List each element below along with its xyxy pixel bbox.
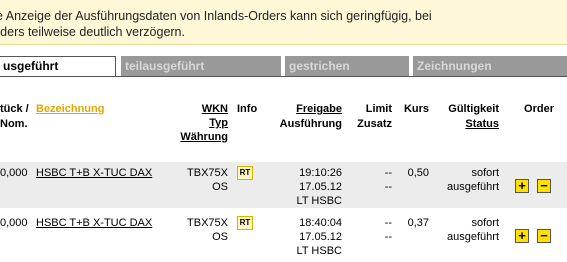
info-notice: e Anzeige der Ausführungsdaten von Inlan… <box>0 0 567 45</box>
row-status: ausgeführt <box>447 181 499 193</box>
realtime-icon[interactable]: RT <box>237 216 253 230</box>
header-bezeichnung-sort[interactable]: Bezeichnung <box>36 102 104 117</box>
row-typ: OS <box>212 231 228 243</box>
row-date: 17.05.12 <box>299 181 342 193</box>
row-gueltigkeit: sofort <box>471 167 499 179</box>
tab-gestrichen[interactable]: gestrichen <box>285 56 409 76</box>
header-limit: Limit <box>365 103 392 115</box>
row-stueck: 0,000 <box>0 217 28 229</box>
header-kurs: Kurs <box>403 103 429 115</box>
tab-ausgefuehrt[interactable]: usgeführt <box>0 56 116 77</box>
row-venue: LT HSBC <box>296 195 342 207</box>
header-ausfuehrung: Ausführung <box>279 118 342 130</box>
header-stueck: tück / <box>0 103 29 115</box>
table-row: 0,000 HSBC T+B X-TUC DAX TBX75X OS RT 18… <box>0 212 567 262</box>
header-waehrung-sort[interactable]: Währung <box>180 130 228 145</box>
header-order: Order <box>524 103 554 115</box>
row-typ: OS <box>212 181 228 193</box>
realtime-icon[interactable]: RT <box>237 166 253 180</box>
row-venue: LT HSBC <box>296 245 342 257</box>
notice-line-1: e Anzeige der Ausführungsdaten von Inlan… <box>0 9 432 23</box>
row-bezeichnung-link[interactable]: HSBC T+B X-TUC DAX <box>36 216 152 230</box>
row-status: ausgeführt <box>447 231 499 243</box>
table-row: 0,000 HSBC T+B X-TUC DAX TBX75X OS RT 19… <box>0 162 567 208</box>
row-stueck: 0,000 <box>0 167 28 179</box>
header-info: Info <box>237 103 258 115</box>
row-wkn: TBX75X <box>187 167 228 179</box>
row-time: 19:10:26 <box>299 167 342 179</box>
row-limit: -- <box>384 217 392 229</box>
row-time: 18:40:04 <box>299 217 342 229</box>
header-nom: Nom. <box>0 118 28 130</box>
order-status-tabs: usgeführt teilausgeführt gestrichen Zeic… <box>0 56 567 77</box>
header-typ-sort[interactable]: Typ <box>209 116 228 131</box>
header-status-sort[interactable]: Status <box>465 117 499 132</box>
cancel-order-button[interactable]: − <box>537 179 551 193</box>
tab-teilausgefuehrt[interactable]: teilausgeführt <box>121 56 281 76</box>
row-kurs: 0,37 <box>407 217 429 229</box>
header-zusatz: Zusatz <box>357 118 392 130</box>
row-date: 17.05.12 <box>299 231 342 243</box>
row-gueltigkeit: sofort <box>471 217 499 229</box>
row-wkn: TBX75X <box>187 217 228 229</box>
row-zusatz: -- <box>384 231 392 243</box>
cancel-order-button[interactable]: − <box>537 229 551 243</box>
tab-zeichnungen[interactable]: Zeichnungen <box>413 56 567 76</box>
row-limit: -- <box>384 167 392 179</box>
header-gueltigkeit: Gültigkeit <box>448 103 499 115</box>
row-zusatz: -- <box>384 181 392 193</box>
tab-divider <box>0 76 567 77</box>
notice-line-2: rders teilweise deutlich verzögern. <box>0 25 185 39</box>
header-wkn-sort[interactable]: WKN <box>202 102 228 117</box>
header-freigabe-sort[interactable]: Freigabe <box>296 102 342 117</box>
add-order-button[interactable]: + <box>515 179 529 193</box>
row-bezeichnung-link[interactable]: HSBC T+B X-TUC DAX <box>36 166 152 180</box>
add-order-button[interactable]: + <box>515 229 529 243</box>
row-kurs: 0,50 <box>407 167 429 179</box>
